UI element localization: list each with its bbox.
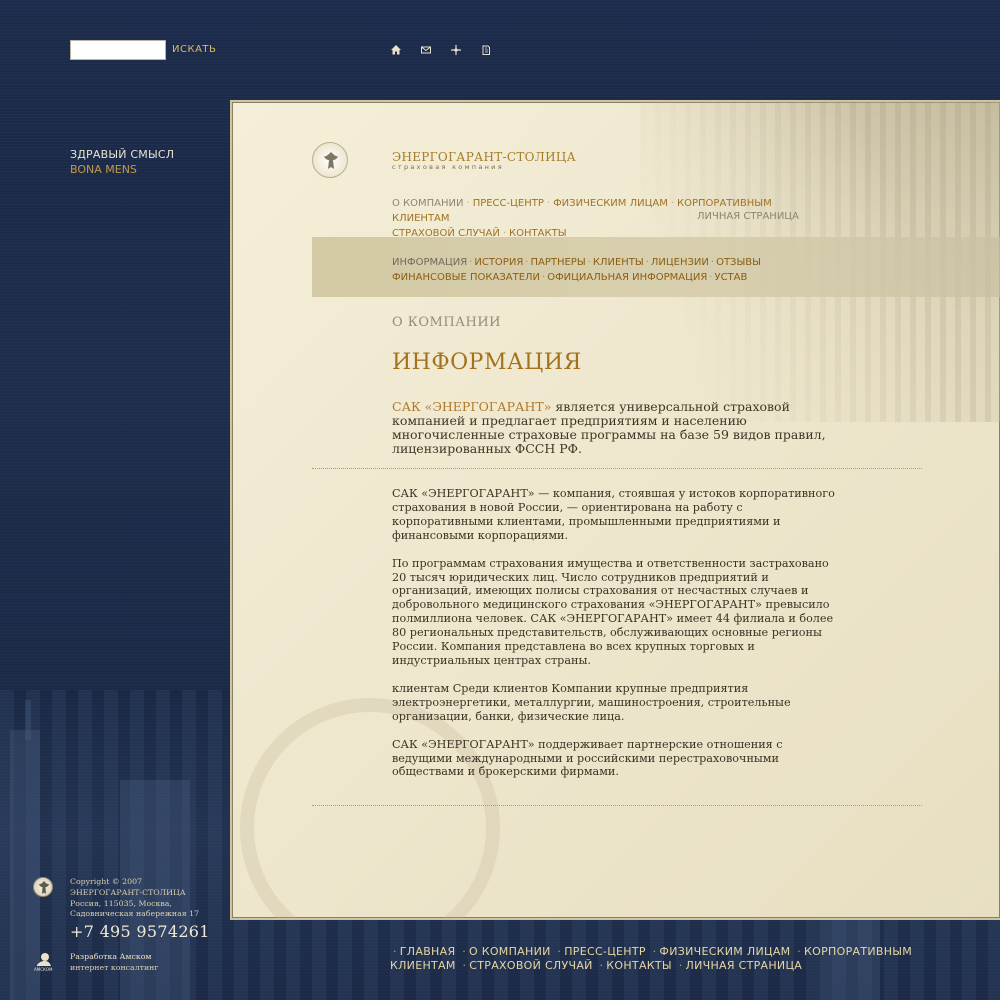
footer-nav: · ГЛАВНАЯ · О КОМПАНИИ · ПРЕСС-ЦЕНТР · ФИЗИЧ… bbox=[390, 945, 913, 972]
developer-line-1[interactable]: Разработка Амском bbox=[70, 952, 158, 963]
footer-nav-individuals[interactable]: ФИЗИЧЕСКИМ ЛИЦАМ bbox=[659, 945, 790, 958]
nav-press[interactable]: ПРЕСС-ЦЕНТР bbox=[473, 198, 544, 209]
footer-nav-press[interactable]: ПРЕСС-ЦЕНТР bbox=[564, 945, 646, 958]
brand-subtitle: страховая компания bbox=[392, 163, 504, 171]
footer-phone: +7 495 9574261 bbox=[70, 922, 210, 941]
footer-nav-about[interactable]: О КОМПАНИИ bbox=[469, 945, 551, 958]
lead-brand: САК «ЭНЕРГОГАРАНТ» bbox=[392, 399, 552, 414]
footer-nav-contacts[interactable]: КОНТАКТЫ bbox=[606, 959, 672, 972]
slogan-line-1: ЗДРАВЫЙ СМЫСЛ bbox=[70, 148, 175, 161]
subnav-reviews[interactable]: ОТЗЫВЫ bbox=[716, 257, 761, 268]
page-title: ИНФОРМАЦИЯ bbox=[392, 350, 582, 375]
nav-about[interactable]: О КОМПАНИИ bbox=[392, 198, 464, 209]
developer-logo-icon[interactable]: АМСКОМ bbox=[33, 950, 53, 972]
body-text: САК «ЭНЕРГОГАРАНТ» — компания, стоявшая … bbox=[392, 487, 842, 793]
breadcrumb[interactable]: О КОМПАНИИ bbox=[392, 315, 501, 330]
divider-bottom bbox=[312, 805, 922, 806]
company-logo[interactable] bbox=[312, 142, 348, 178]
personal-page-link[interactable]: ЛИЧНАЯ СТРАНИЦА bbox=[697, 211, 799, 222]
footer-nav-personal[interactable]: ЛИЧНАЯ СТРАНИЦА bbox=[686, 959, 803, 972]
background-city-left bbox=[0, 200, 230, 650]
print-icon[interactable] bbox=[480, 44, 492, 56]
subnav-partners[interactable]: ПАРТНЕРЫ bbox=[530, 257, 585, 268]
developer-logo-text: АМСКОМ bbox=[34, 967, 53, 972]
lead-paragraph: САК «ЭНЕРГОГАРАНТ» является универсально… bbox=[392, 400, 832, 456]
divider-top bbox=[312, 468, 922, 469]
slogan-line-2: BONA MENS bbox=[70, 163, 137, 176]
subnav-charter[interactable]: УСТАВ bbox=[714, 272, 747, 283]
subnav-financials[interactable]: ФИНАНСОВЫЕ ПОКАЗАТЕЛИ bbox=[392, 272, 540, 283]
copyright: Copyright © 2007 bbox=[70, 877, 143, 886]
search-button[interactable]: ИСКАТЬ bbox=[172, 44, 216, 55]
utility-icons bbox=[390, 44, 492, 56]
subnav-clients[interactable]: КЛИЕНТЫ bbox=[593, 257, 644, 268]
footer-info: Copyright © 2007 ЭНЕРГОГАРАНТ-СТОЛИЦА Ро… bbox=[70, 877, 220, 920]
paragraph: САК «ЭНЕРГОГАРАНТ» — компания, стоявшая … bbox=[392, 487, 835, 542]
mail-icon[interactable] bbox=[420, 44, 432, 56]
footer-nav-insured-event[interactable]: СТРАХОВОЙ СЛУЧАЙ bbox=[469, 959, 592, 972]
paragraph: САК «ЭНЕРГОГАРАНТ» поддерживает партнерс… bbox=[392, 737, 783, 779]
subnav-official-info[interactable]: ОФИЦИАЛЬНАЯ ИНФОРМАЦИЯ bbox=[547, 272, 707, 283]
footer-address-1: Россия, 115035, Москва, bbox=[70, 898, 172, 908]
footer-nav-home[interactable]: ГЛАВНАЯ bbox=[400, 945, 456, 958]
subnav-licenses[interactable]: ЛИЦЕНЗИИ bbox=[651, 257, 709, 268]
content-panel: ЭНЕРГОГАРАНТ-СТОЛИЦА страховая компания … bbox=[230, 100, 1000, 920]
sitemap-icon[interactable] bbox=[450, 44, 462, 56]
subnav-history[interactable]: ИСТОРИЯ bbox=[474, 257, 523, 268]
paragraph: По программам страхования имущества и от… bbox=[392, 556, 834, 667]
sub-nav: ИНФОРМАЦИЯ · ИСТОРИЯ · ПАРТНЕРЫ · КЛИЕНТЫ · ЛИЦЕ… bbox=[392, 257, 761, 283]
slogan: ЗДРАВЫЙ СМЫСЛ BONA MENS bbox=[70, 148, 174, 176]
footer-address-2: Садовническая набережная 17 bbox=[70, 909, 200, 919]
paragraph: клиентам Среди клиентов Компании крупные… bbox=[392, 681, 791, 723]
footer-developer: Разработка Амском интернет консалтинг bbox=[70, 952, 158, 973]
home-icon[interactable] bbox=[390, 44, 402, 56]
nav-individuals[interactable]: ФИЗИЧЕСКИМ ЛИЦАМ bbox=[553, 198, 668, 209]
brand-name[interactable]: ЭНЕРГОГАРАНТ-СТОЛИЦА bbox=[392, 150, 576, 164]
search-input[interactable] bbox=[70, 40, 166, 60]
footer-company: ЭНЕРГОГАРАНТ-СТОЛИЦА bbox=[70, 887, 186, 897]
footer-logo-icon bbox=[33, 877, 53, 897]
developer-line-2: интернет консалтинг bbox=[70, 962, 159, 972]
subnav-info[interactable]: ИНФОРМАЦИЯ bbox=[392, 257, 467, 268]
